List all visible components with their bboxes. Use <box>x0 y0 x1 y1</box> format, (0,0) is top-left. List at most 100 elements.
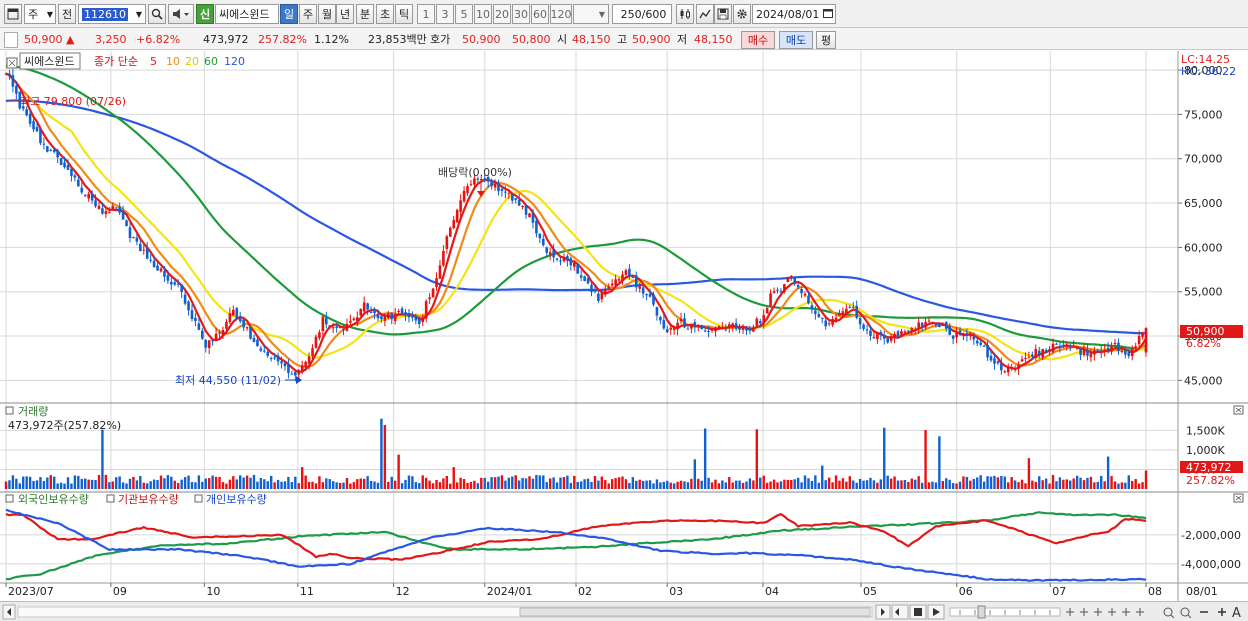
eval-button[interactable]: 평 <box>816 31 836 49</box>
volume-bar <box>528 476 531 489</box>
candle-body <box>135 237 139 242</box>
x-axis-label: 12 <box>396 585 410 598</box>
candle-body <box>724 329 728 331</box>
date-input[interactable]: 2024/08/01 <box>752 4 836 24</box>
buy-button[interactable]: 매수 <box>741 31 775 49</box>
candle-body <box>893 333 896 338</box>
volume-bar <box>497 476 500 489</box>
candle-body <box>731 323 735 327</box>
tab-period-4[interactable]: 분 <box>356 4 374 24</box>
high-annotation: 최고 79,800 (07/26) <box>20 95 126 108</box>
quote-selector-box[interactable] <box>4 32 18 48</box>
interval-button-5[interactable]: 30 <box>512 4 530 24</box>
interval-button-1[interactable]: 3 <box>436 4 454 24</box>
rewind-button[interactable] <box>891 604 909 620</box>
stock-code-input[interactable]: 112610 ▼ <box>78 4 146 24</box>
candle-body <box>80 187 84 193</box>
candle-body <box>493 183 497 188</box>
volume-bar <box>414 482 418 489</box>
candle-body <box>690 324 693 329</box>
volume-settings-icon[interactable] <box>5 406 14 415</box>
volume-bar <box>1013 480 1017 489</box>
volume-bar <box>600 476 604 489</box>
tab-period-5[interactable]: 초 <box>376 4 394 24</box>
candle-count-field[interactable]: 250/600 <box>612 4 672 24</box>
candle-body <box>280 361 283 364</box>
search-icon[interactable] <box>148 4 166 24</box>
volume-bar <box>862 480 865 489</box>
candle-body <box>1089 352 1093 358</box>
candle-body <box>758 321 762 324</box>
new-badge[interactable]: 신 <box>196 4 214 24</box>
volume-bar <box>307 481 311 489</box>
candle-body <box>903 331 907 333</box>
volume-bar <box>655 479 659 489</box>
gear-icon[interactable] <box>733 4 751 24</box>
volume-bar <box>111 481 114 489</box>
volume-bar <box>1062 479 1065 489</box>
text-tool-icon[interactable]: A <box>1232 606 1241 621</box>
interval-button-2[interactable]: 5 <box>455 4 473 24</box>
volume-bar <box>1113 481 1117 489</box>
drawing-tools-icon[interactable] <box>696 4 714 24</box>
tab-period-6[interactable]: 틱 <box>395 4 413 24</box>
volume-bar <box>25 476 28 489</box>
candle-body <box>290 373 294 375</box>
candle-body <box>352 318 356 320</box>
candle-body <box>1124 349 1127 355</box>
volume-bar <box>900 480 903 489</box>
crosshair-tools-icon[interactable] <box>1066 608 1144 616</box>
legend-individual-box[interactable] <box>194 494 203 503</box>
candle-body <box>634 275 638 288</box>
tab-period-3[interactable]: 년 <box>336 4 354 24</box>
candle-body <box>679 318 683 322</box>
volume-bar <box>683 481 686 489</box>
chart-scrollbar-thumb[interactable] <box>519 607 871 617</box>
period-dropdown[interactable]: 주 ▼ <box>24 4 56 24</box>
candle-body <box>42 143 46 145</box>
interval-button-4[interactable]: 20 <box>493 4 511 24</box>
tab-period-2[interactable]: 월 <box>318 4 336 24</box>
volume-bar <box>177 482 180 489</box>
volume-bar <box>886 475 889 489</box>
sell-button[interactable]: 매도 <box>779 31 813 49</box>
window-menu-icon[interactable] <box>4 4 22 24</box>
candle-body <box>1013 368 1017 370</box>
interval-button-3[interactable]: 10 <box>474 4 492 24</box>
x-axis-label: 02 <box>578 585 592 598</box>
speaker-icon[interactable] <box>168 4 194 24</box>
volume-bar <box>1010 477 1013 489</box>
volume-bar <box>1100 475 1103 489</box>
candle-type-icon[interactable] <box>676 4 694 24</box>
volume-bar <box>738 480 741 489</box>
candle-body <box>318 332 321 339</box>
save-icon[interactable] <box>714 4 732 24</box>
candle-body <box>11 75 15 87</box>
candle-body <box>886 338 889 343</box>
interval-button-7[interactable]: 120 <box>550 4 572 24</box>
volume-bar <box>669 482 672 489</box>
x-axis-label: 03 <box>669 585 683 598</box>
volume-bar <box>645 480 648 489</box>
stock-chart[interactable]: 80,00075,00070,00065,00060,00055,00050,0… <box>0 51 1248 601</box>
candle-body <box>820 317 824 319</box>
interval-custom-dropdown[interactable]: ▼ <box>573 4 609 24</box>
candle-body <box>817 313 821 318</box>
interval-button-6[interactable]: 60 <box>531 4 549 24</box>
tab-period-1[interactable]: 주 <box>299 4 317 24</box>
candle-body <box>166 275 170 281</box>
legend-institution-box[interactable] <box>106 494 115 503</box>
candle-body <box>228 313 232 323</box>
volume-bar <box>8 480 11 489</box>
zoom-in-icon[interactable] <box>1180 607 1192 619</box>
tab-period-0[interactable]: 일 <box>280 4 298 24</box>
interval-button-0[interactable]: 1 <box>417 4 435 24</box>
candle-body <box>910 327 914 333</box>
candle-body <box>1141 333 1144 337</box>
zoom-reset-icon[interactable] <box>1163 607 1175 619</box>
zoom-slider-handle[interactable] <box>977 605 986 619</box>
volume-bar <box>269 475 273 489</box>
prev-button[interactable]: 전 <box>58 4 76 24</box>
flow-settings-icon[interactable] <box>5 494 14 503</box>
add-icon[interactable] <box>1218 608 1226 616</box>
